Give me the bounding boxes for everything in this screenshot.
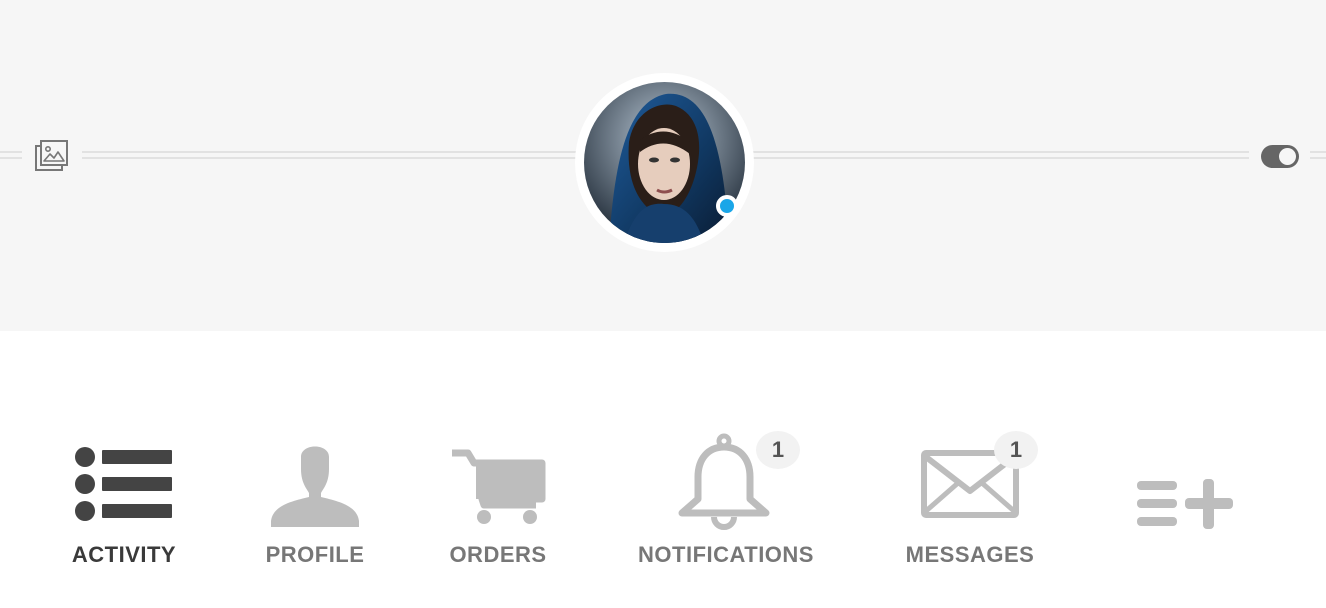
tab-activity[interactable]: ACTIVITY — [64, 425, 184, 585]
add-menu-icon — [1137, 479, 1233, 529]
tab-label: ORDERS — [449, 542, 547, 567]
cart-icon — [452, 449, 546, 524]
profile-photo — [584, 82, 745, 243]
message-count-badge: 1 — [994, 431, 1038, 469]
divider-line — [82, 151, 577, 159]
tab-add-menu[interactable] — [1125, 425, 1245, 585]
avatar[interactable] — [575, 73, 754, 252]
tab-label: ACTIVITY — [71, 542, 177, 567]
tab-notifications[interactable]: 1 NOTIFICATIONS — [626, 425, 826, 585]
divider-line — [752, 151, 1249, 159]
tab-orders[interactable]: ORDERS — [438, 425, 558, 585]
image-stack-icon — [35, 140, 68, 171]
cover-toggle[interactable] — [1261, 145, 1299, 168]
divider-line — [0, 151, 22, 159]
tab-label: PROFILE — [265, 542, 365, 567]
toggle-knob — [1279, 148, 1296, 165]
online-status-indicator — [716, 195, 738, 217]
tab-messages[interactable]: 1 MESSAGES — [890, 425, 1050, 585]
notification-count-badge: 1 — [756, 431, 800, 469]
person-icon — [271, 446, 359, 527]
list-icon — [75, 447, 172, 521]
tab-label: MESSAGES — [905, 542, 1035, 567]
divider-line — [1310, 151, 1326, 159]
tab-profile[interactable]: PROFILE — [255, 425, 375, 585]
cover-area — [0, 0, 1326, 331]
tab-label: NOTIFICATIONS — [638, 542, 814, 567]
change-cover-button[interactable] — [34, 139, 70, 173]
